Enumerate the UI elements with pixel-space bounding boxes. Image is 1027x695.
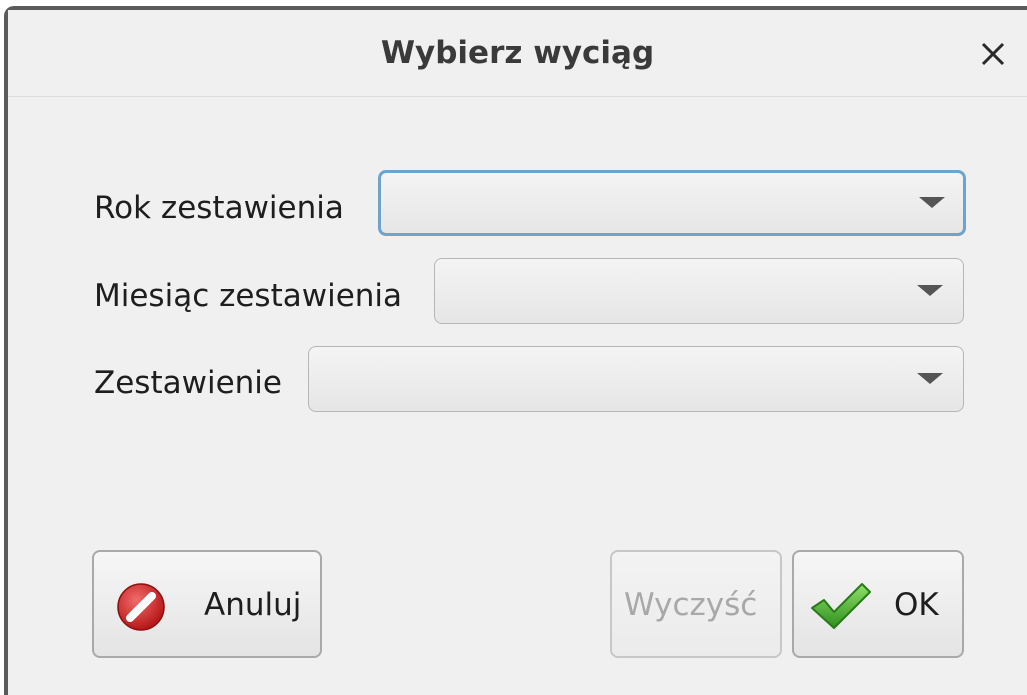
chevron-down-icon <box>917 373 943 384</box>
year-label: Rok zestawienia <box>94 190 344 226</box>
checkmark-icon <box>811 583 871 629</box>
chevron-down-icon <box>917 285 943 296</box>
statement-label: Zestawienie <box>94 365 282 401</box>
cancel-button[interactable]: Anuluj <box>92 550 322 658</box>
chevron-down-icon <box>919 197 945 208</box>
cancel-icon <box>117 583 165 631</box>
close-icon <box>981 42 1005 66</box>
close-button[interactable] <box>973 34 1013 74</box>
ok-button[interactable]: OK <box>792 550 964 658</box>
cancel-button-label: Anuluj <box>204 587 302 623</box>
dialog-title: Wybierz wyciąg <box>380 35 655 71</box>
ok-button-label: OK <box>894 587 939 623</box>
dialog-titlebar: Wybierz wyciąg <box>8 10 1027 97</box>
clear-button[interactable]: Wyczyść <box>610 550 782 658</box>
select-statement-dialog: Wybierz wyciąg Rok zestawienia Miesiąc z… <box>4 6 1027 695</box>
statement-select[interactable] <box>308 346 964 412</box>
clear-button-label: Wyczyść <box>624 587 758 623</box>
month-select[interactable] <box>434 258 964 324</box>
month-label: Miesiąc zestawienia <box>94 278 403 314</box>
year-select[interactable] <box>378 170 966 236</box>
